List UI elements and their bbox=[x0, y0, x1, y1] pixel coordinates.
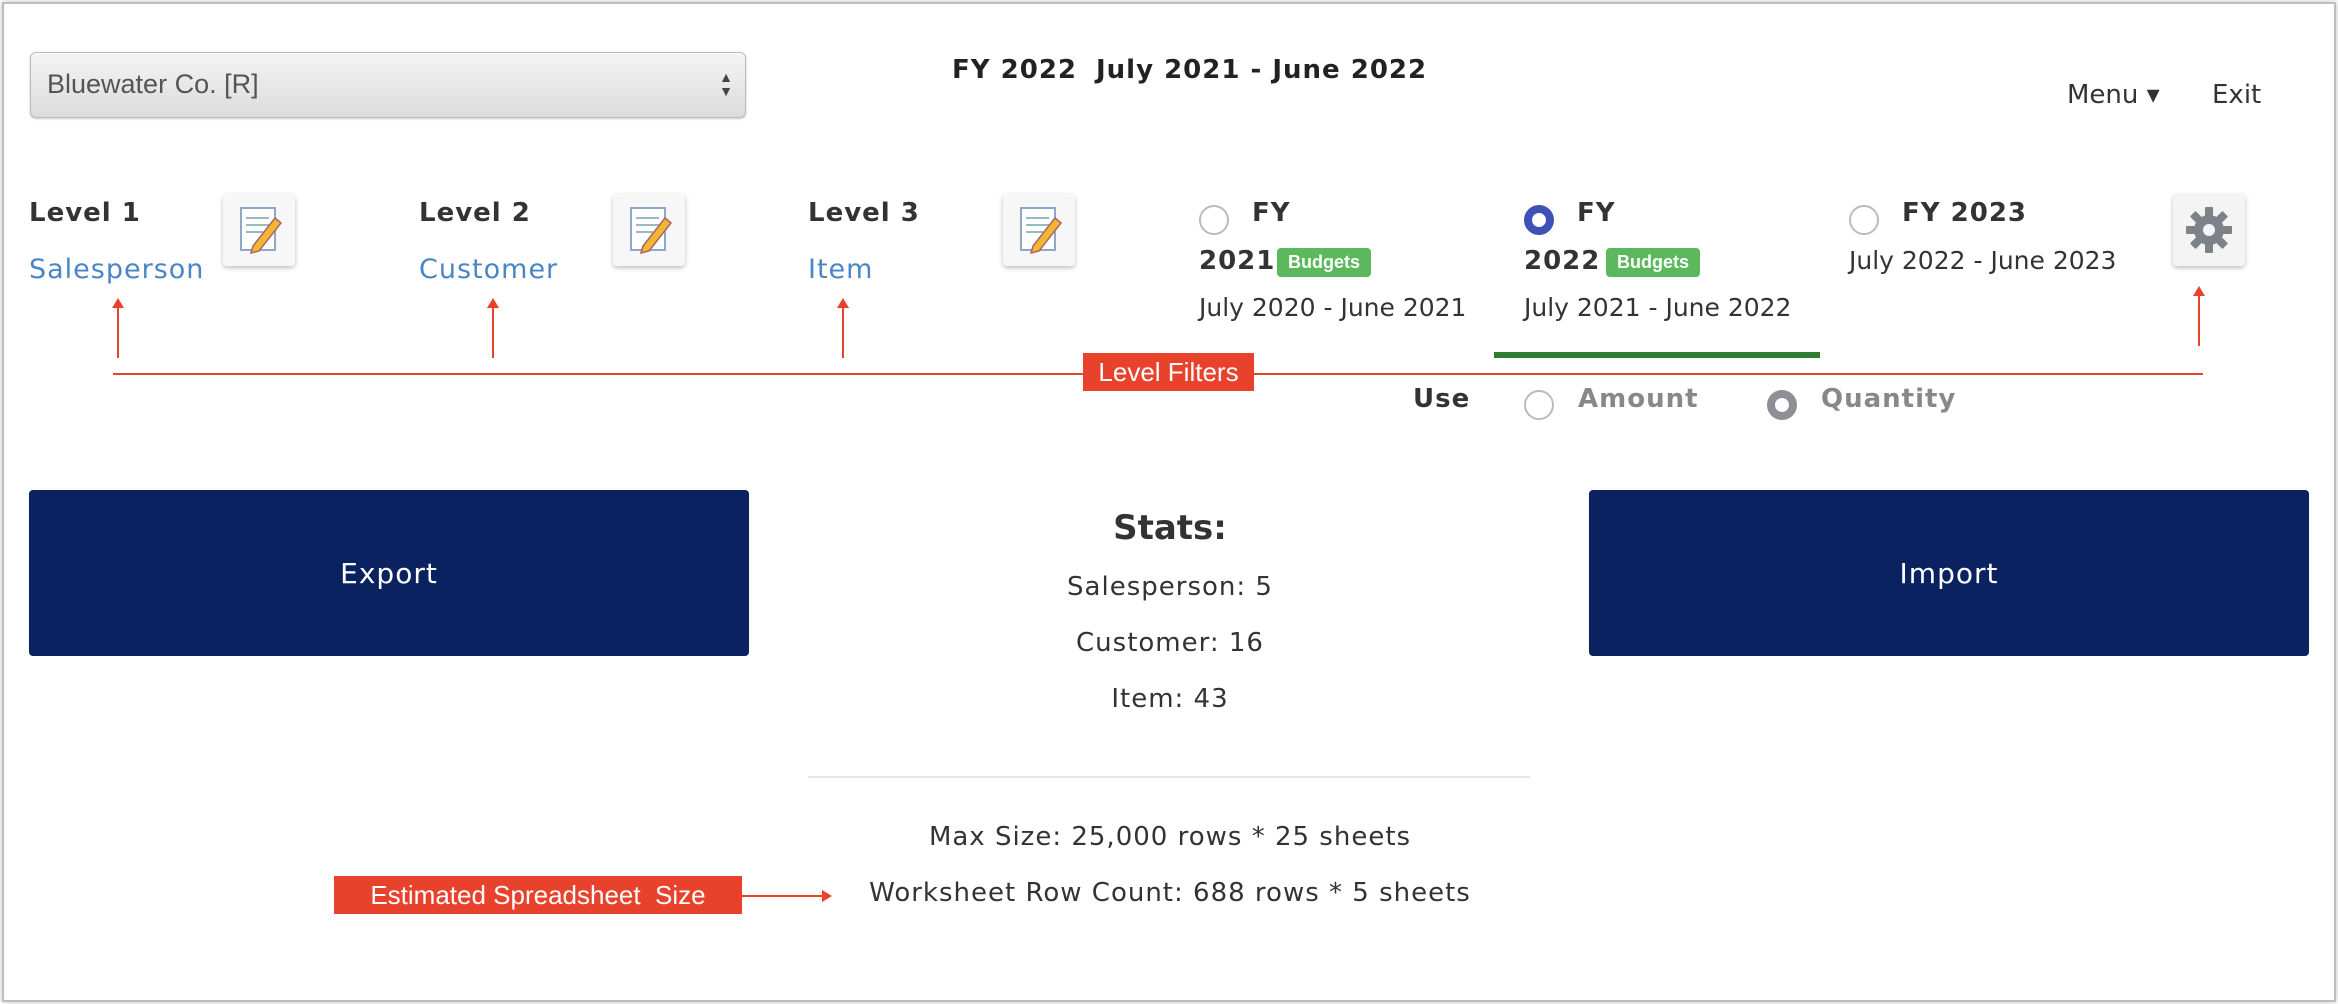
level-1-title: Level 1 bbox=[29, 198, 141, 228]
stat-customer: Customer: 16 bbox=[1076, 628, 1264, 658]
fy-2021-budgets-badge: Budgets bbox=[1277, 248, 1371, 277]
level-1-edit-button[interactable] bbox=[223, 194, 295, 266]
level-2-title: Level 2 bbox=[419, 198, 531, 228]
fy-2022-budgets-badge: Budgets bbox=[1606, 248, 1700, 277]
annotation-arrowhead bbox=[2193, 286, 2205, 296]
quantity-radio[interactable] bbox=[1767, 390, 1797, 420]
stat-salesperson: Salesperson: 5 bbox=[1067, 572, 1273, 602]
header-period: July 2021 - June 2022 bbox=[1096, 55, 1428, 85]
level-3-value[interactable]: Item bbox=[808, 254, 873, 285]
fy-2021-label-line1: FY bbox=[1252, 198, 1291, 228]
fy-2022-radio[interactable] bbox=[1524, 205, 1554, 235]
annotation-arrow bbox=[2198, 293, 2200, 346]
stats-title: Stats: bbox=[1113, 508, 1227, 548]
annotation-arrowhead bbox=[487, 298, 499, 308]
stat-row-count: Worksheet Row Count: 688 rows * 5 sheets bbox=[869, 878, 1471, 908]
fy-2022-range: July 2021 - June 2022 bbox=[1524, 293, 1792, 322]
stat-max-size: Max Size: 25,000 rows * 25 sheets bbox=[928, 822, 1412, 852]
quantity-label: Quantity bbox=[1821, 384, 1957, 414]
sort-arrows-icon: ▲ ▼ bbox=[719, 69, 733, 99]
fy-2022-label-line2: 2022 bbox=[1524, 246, 1601, 276]
fy-2021-range: July 2020 - June 2021 bbox=[1199, 293, 1467, 322]
edit-icon bbox=[1020, 207, 1063, 255]
fy-2021-radio[interactable] bbox=[1199, 205, 1229, 235]
annotation-line bbox=[742, 895, 824, 897]
level-3-title: Level 3 bbox=[808, 198, 920, 228]
fy-2022-label-line1: FY bbox=[1577, 198, 1616, 228]
gear-icon bbox=[2186, 207, 2232, 253]
annotation-arrowhead bbox=[112, 298, 124, 308]
annotation-arrow bbox=[117, 305, 119, 358]
edit-icon bbox=[630, 207, 673, 255]
level-1-value[interactable]: Salesperson bbox=[29, 254, 204, 285]
selected-fy-underline bbox=[1494, 352, 1820, 358]
annotation-arrow bbox=[492, 305, 494, 358]
amount-label: Amount bbox=[1578, 384, 1699, 414]
company-select-value: Bluewater Co. [R] bbox=[47, 69, 259, 99]
company-select[interactable]: Bluewater Co. [R] ▲ ▼ bbox=[30, 52, 746, 118]
header-fiscal-year: FY 2022 bbox=[952, 55, 1078, 85]
level-2-edit-button[interactable] bbox=[613, 194, 685, 266]
stat-item: Item: 43 bbox=[1111, 684, 1229, 714]
annotation-arrowhead bbox=[822, 890, 832, 902]
fy-2023-range: July 2022 - June 2023 bbox=[1849, 246, 2117, 275]
export-button[interactable]: Export bbox=[29, 490, 749, 656]
annotation-arrow bbox=[842, 305, 844, 358]
stats-divider bbox=[808, 776, 1530, 778]
fy-2023-radio[interactable] bbox=[1849, 205, 1879, 235]
annotation-arrowhead bbox=[837, 298, 849, 308]
estimated-size-callout: Estimated Spreadsheet Size bbox=[334, 876, 742, 914]
menu-button[interactable]: Menu ▾ bbox=[2067, 80, 2160, 110]
level-filters-callout: Level Filters bbox=[1083, 353, 1254, 391]
amount-radio[interactable] bbox=[1524, 390, 1554, 420]
import-button[interactable]: Import bbox=[1589, 490, 2309, 656]
level-2-value[interactable]: Customer bbox=[419, 254, 558, 285]
exit-button[interactable]: Exit bbox=[2212, 80, 2261, 110]
edit-icon bbox=[240, 207, 283, 255]
use-label: Use bbox=[1413, 384, 1471, 414]
fy-2021-label-line2: 2021 bbox=[1199, 246, 1276, 276]
level-3-edit-button[interactable] bbox=[1003, 194, 1075, 266]
settings-button[interactable] bbox=[2173, 194, 2245, 266]
fy-2023-label: FY 2023 bbox=[1902, 198, 2028, 228]
